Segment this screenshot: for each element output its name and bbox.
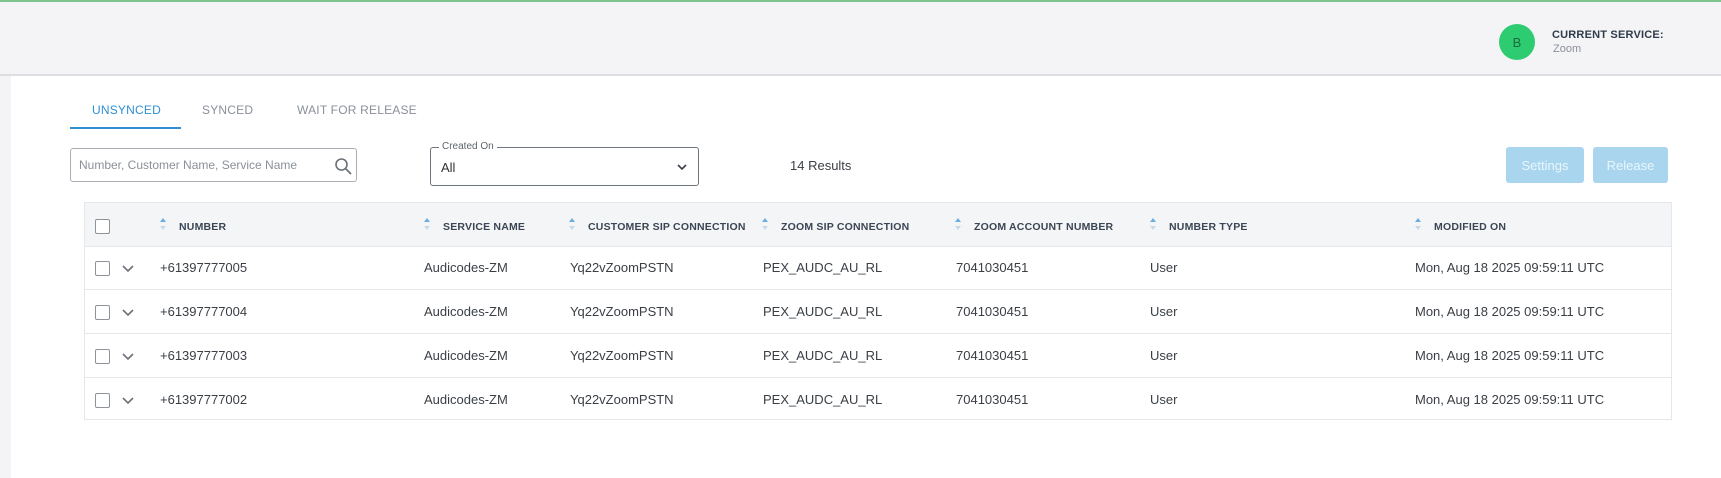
- cell-customer-sip: Yq22vZoomPSTN: [570, 304, 674, 319]
- cell-number-type: User: [1150, 348, 1178, 363]
- cell-zoom-sip: PEX_AUDC_AU_RL: [763, 392, 883, 407]
- table-header: NUMBER SERVICE NAME CUSTOMER SIP CONNECT…: [85, 203, 1671, 247]
- release-button[interactable]: Release: [1593, 147, 1668, 183]
- column-header-customer-sip-connection[interactable]: CUSTOMER SIP CONNECTION: [588, 221, 746, 233]
- cell-zoom-account: 7041030451: [956, 304, 1029, 319]
- cell-customer-sip: Yq22vZoomPSTN: [570, 260, 674, 275]
- search-input[interactable]: [79, 149, 321, 181]
- row-checkbox[interactable]: [95, 261, 110, 276]
- cell-modified-on: Mon, Aug 18 2025 09:59:11 UTC: [1415, 304, 1605, 319]
- column-header-service-name[interactable]: SERVICE NAME: [443, 221, 525, 233]
- left-sidebar-strip: [0, 76, 11, 478]
- current-service-label: CURRENT SERVICE:: [1552, 29, 1664, 41]
- cell-service-name: Audicodes-ZM: [424, 348, 508, 363]
- sort-icon[interactable]: [159, 217, 167, 231]
- table-row: +61397777002 Audicodes-ZM Yq22vZoomPSTN …: [85, 378, 1671, 422]
- column-header-modified-on[interactable]: MODIFIED ON: [1434, 221, 1506, 233]
- cell-number-type: User: [1150, 392, 1178, 407]
- row-checkbox[interactable]: [95, 349, 110, 364]
- sort-icon[interactable]: [1149, 217, 1157, 231]
- created-on-value: All: [441, 160, 456, 175]
- cell-number: +61397777003: [160, 348, 248, 363]
- cell-modified-on: Mon, Aug 18 2025 09:59:11 UTC: [1415, 260, 1605, 275]
- created-on-select[interactable]: Created On All: [430, 141, 699, 186]
- search-box: [70, 148, 357, 182]
- cell-zoom-account: 7041030451: [956, 260, 1029, 275]
- sort-icon[interactable]: [423, 217, 431, 231]
- chevron-down-icon[interactable]: [121, 349, 135, 363]
- sort-icon[interactable]: [761, 217, 769, 231]
- table-row: +61397777003 Audicodes-ZM Yq22vZoomPSTN …: [85, 334, 1671, 378]
- cell-customer-sip: Yq22vZoomPSTN: [570, 392, 674, 407]
- tab-unsynced[interactable]: UNSYNCED: [92, 103, 161, 117]
- current-service-value: Zoom: [1553, 43, 1582, 55]
- sort-icon[interactable]: [1414, 217, 1422, 231]
- select-all-checkbox[interactable]: [95, 219, 110, 234]
- row-checkbox[interactable]: [95, 393, 110, 408]
- chevron-down-icon[interactable]: [121, 305, 135, 319]
- cell-modified-on: Mon, Aug 18 2025 09:59:11 UTC: [1415, 392, 1605, 407]
- table-row: +61397777005 Audicodes-ZM Yq22vZoomPSTN …: [85, 246, 1671, 290]
- chevron-down-icon[interactable]: [121, 393, 135, 407]
- column-header-zoom-sip-connection[interactable]: ZOOM SIP CONNECTION: [781, 221, 909, 233]
- cell-zoom-sip: PEX_AUDC_AU_RL: [763, 260, 883, 275]
- cell-number: +61397777002: [160, 392, 248, 407]
- cell-service-name: Audicodes-ZM: [424, 392, 508, 407]
- avatar[interactable]: B: [1499, 24, 1535, 60]
- tab-wait-for-release[interactable]: WAIT FOR RELEASE: [297, 103, 417, 117]
- numbers-table: NUMBER SERVICE NAME CUSTOMER SIP CONNECT…: [84, 202, 1672, 420]
- cell-zoom-account: 7041030451: [956, 392, 1029, 407]
- chevron-down-icon: [677, 164, 687, 171]
- settings-button[interactable]: Settings: [1506, 147, 1584, 183]
- results-count: 14 Results: [790, 158, 852, 173]
- tab-synced[interactable]: SYNCED: [202, 103, 253, 117]
- cell-zoom-sip: PEX_AUDC_AU_RL: [763, 348, 883, 363]
- cell-zoom-sip: PEX_AUDC_AU_RL: [763, 304, 883, 319]
- created-on-label: Created On: [439, 141, 497, 152]
- sort-icon[interactable]: [568, 217, 576, 231]
- cell-zoom-account: 7041030451: [956, 348, 1029, 363]
- cell-number-type: User: [1150, 304, 1178, 319]
- search-icon[interactable]: [334, 157, 352, 175]
- row-checkbox[interactable]: [95, 305, 110, 320]
- sort-icon[interactable]: [954, 217, 962, 231]
- cell-number: +61397777005: [160, 260, 248, 275]
- column-header-zoom-account-number[interactable]: ZOOM ACCOUNT NUMBER: [974, 221, 1113, 233]
- active-tab-indicator: [70, 127, 181, 129]
- cell-number-type: User: [1150, 260, 1178, 275]
- cell-customer-sip: Yq22vZoomPSTN: [570, 348, 674, 363]
- top-bar: B CURRENT SERVICE: Zoom: [0, 0, 1721, 76]
- table-row: +61397777004 Audicodes-ZM Yq22vZoomPSTN …: [85, 290, 1671, 334]
- column-header-number[interactable]: NUMBER: [179, 221, 226, 233]
- cell-modified-on: Mon, Aug 18 2025 09:59:11 UTC: [1415, 348, 1605, 363]
- chevron-down-icon[interactable]: [121, 261, 135, 275]
- cell-service-name: Audicodes-ZM: [424, 304, 508, 319]
- cell-service-name: Audicodes-ZM: [424, 260, 508, 275]
- cell-number: +61397777004: [160, 304, 248, 319]
- column-header-number-type[interactable]: NUMBER TYPE: [1169, 221, 1248, 233]
